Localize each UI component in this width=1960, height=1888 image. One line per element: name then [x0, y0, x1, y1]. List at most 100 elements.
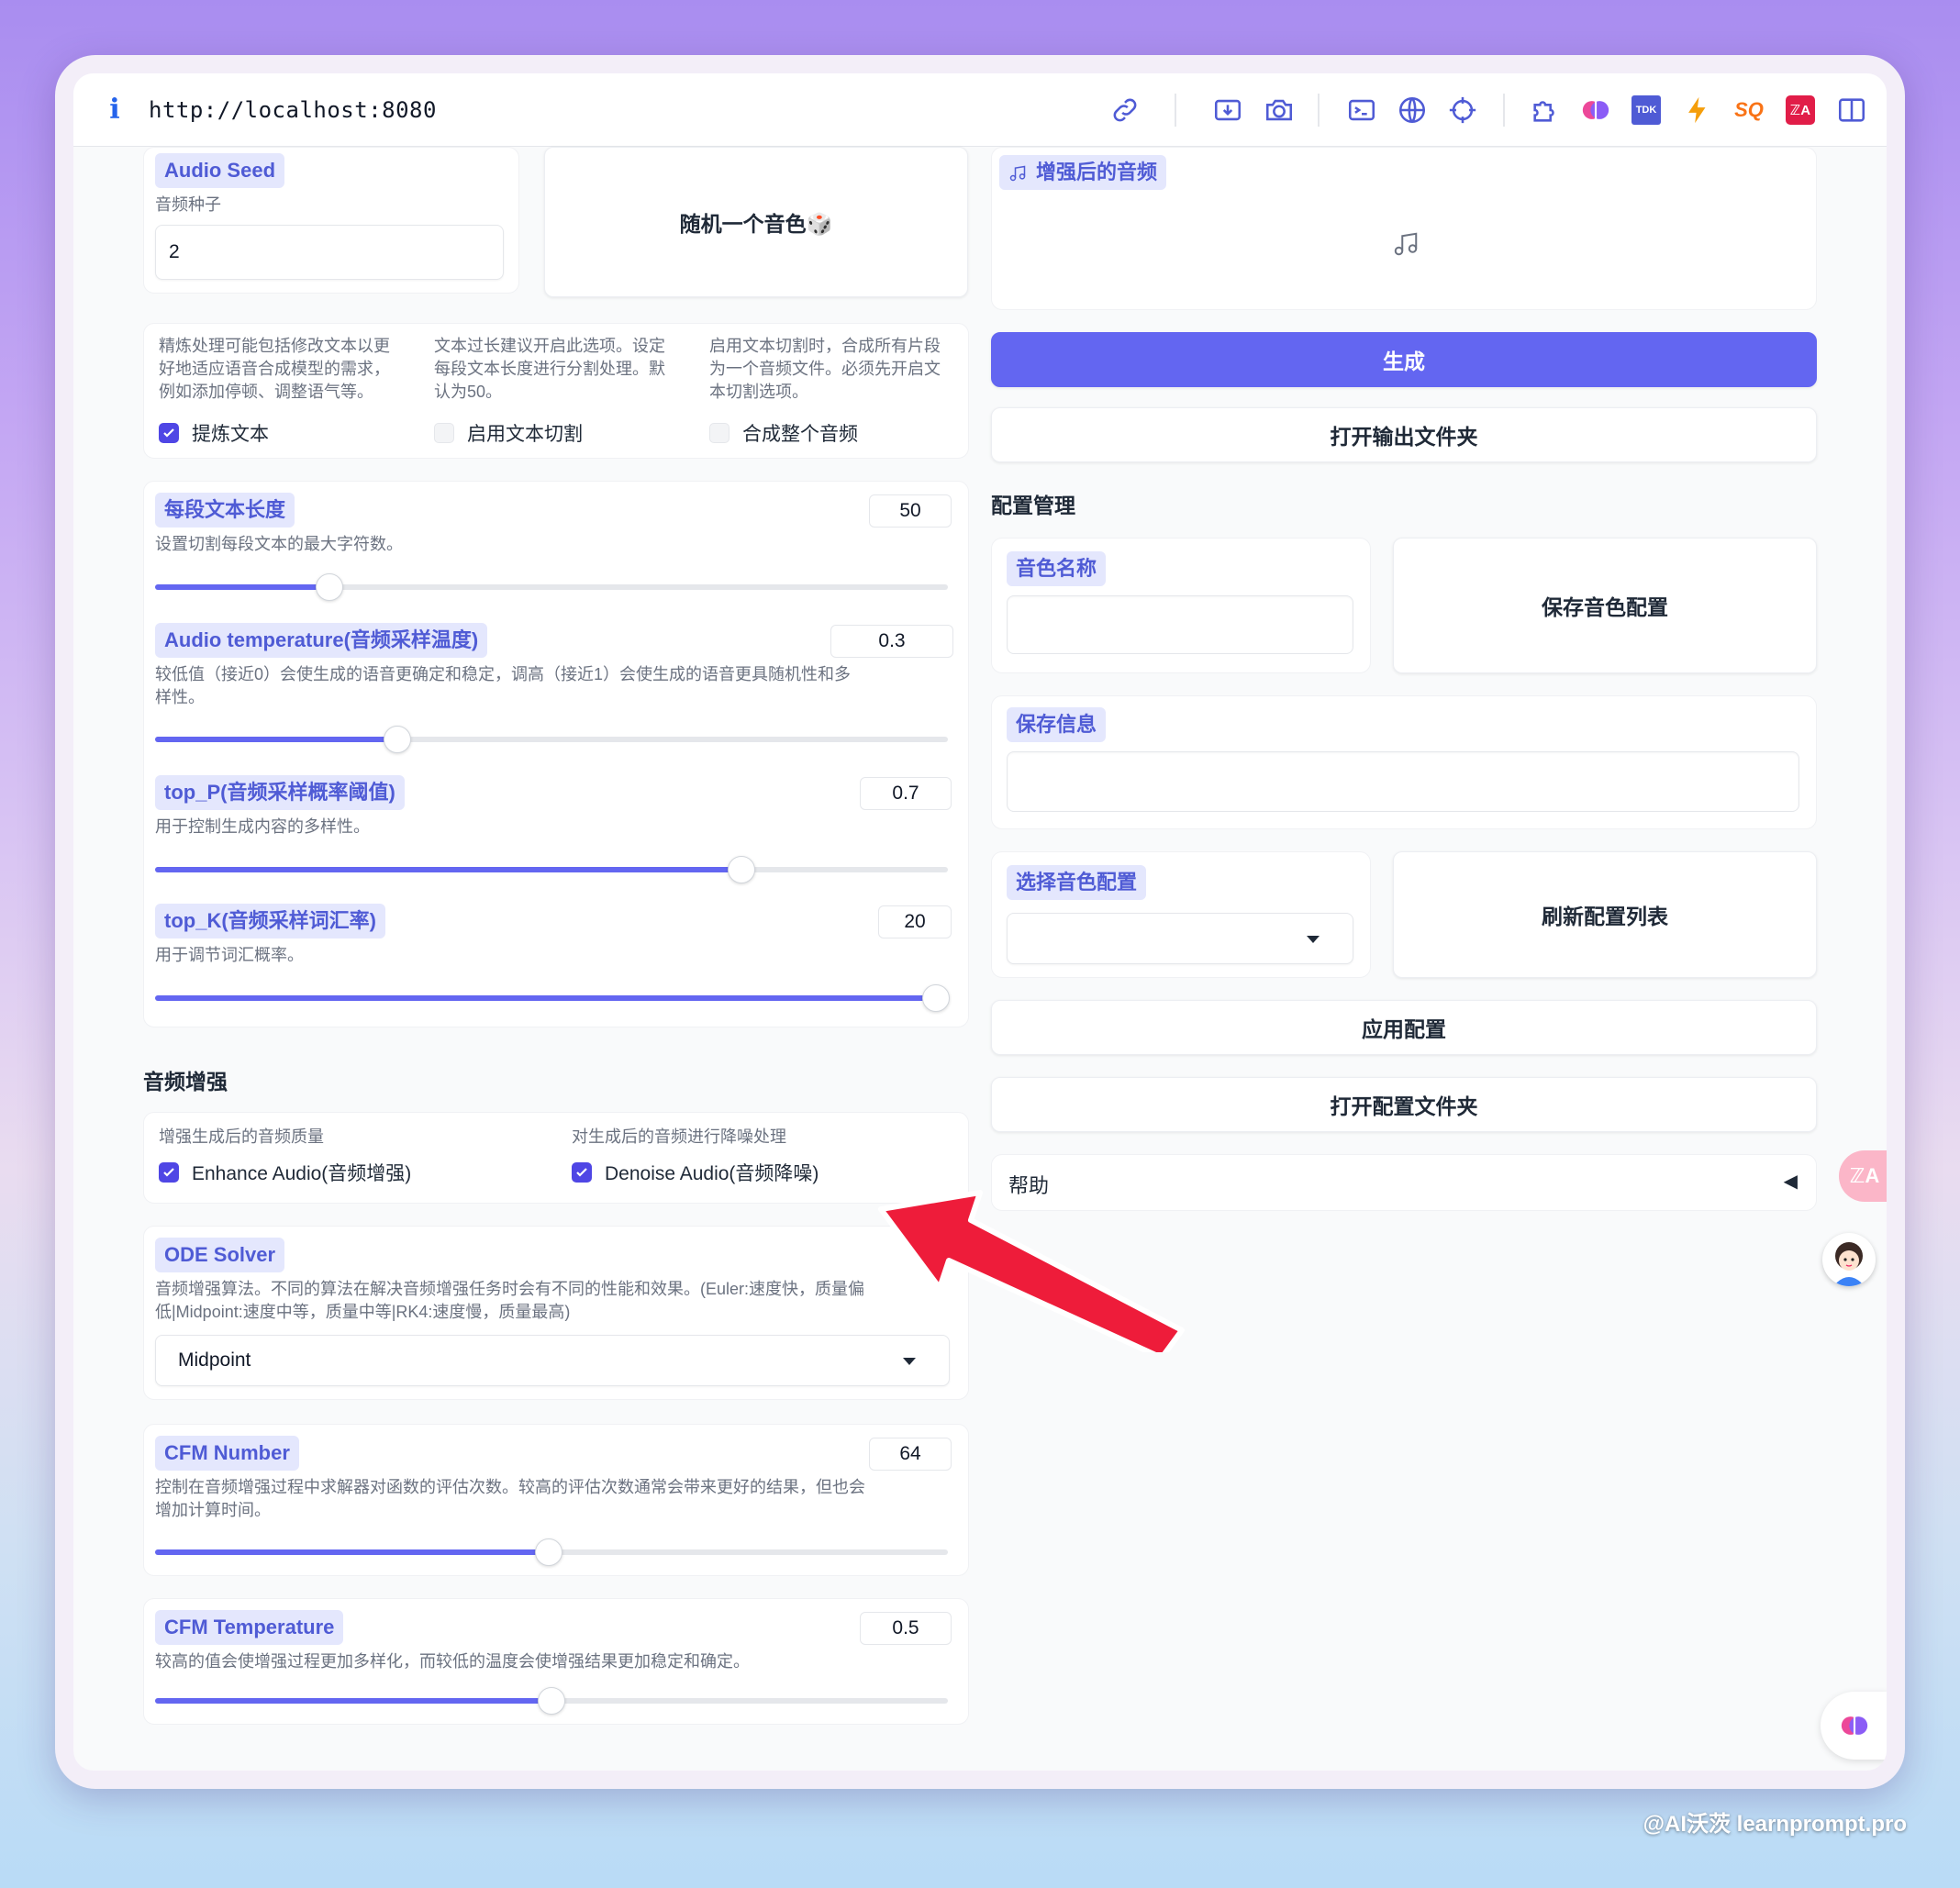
audio-seed-input[interactable]: 2	[155, 225, 504, 280]
translate-float-icon[interactable]: ℤA	[1839, 1150, 1887, 1202]
generate-button[interactable]: 生成	[991, 332, 1817, 387]
slider-thumb[interactable]	[728, 856, 756, 883]
camera-icon[interactable]	[1259, 90, 1299, 130]
split-desc: 文本过长建议开启此选项。设定每段文本长度进行分割处理。默认为50。	[434, 337, 665, 401]
select-config-label: 选择音色配置	[1007, 865, 1147, 900]
slider-fill	[155, 1698, 551, 1704]
slider-fill	[155, 584, 330, 590]
split-checkbox[interactable]: 启用文本切割	[434, 419, 583, 447]
enhanced-audio-title: 增强后的音频	[1036, 161, 1158, 183]
save-info-card: 保存信息	[991, 695, 1817, 829]
translate-icon[interactable]: ℤA	[1780, 90, 1821, 130]
cfm-number-desc: 控制在音频增强过程中求解器对函数的评估次数。较高的评估次数通常会带来更好的结果，…	[155, 1478, 865, 1519]
segment-length-number[interactable]: 50	[869, 494, 952, 528]
temperature-slider[interactable]	[155, 726, 948, 753]
merge-checkbox[interactable]: 合成整个音频	[709, 419, 858, 447]
cfm-temperature-slider[interactable]	[155, 1687, 948, 1715]
refine-label: 提炼文本	[192, 424, 269, 445]
url-bar[interactable]: http://localhost:8080	[149, 97, 437, 123]
refine-desc: 精炼处理可能包括修改文本以更好地适应语音合成模型的需求，例如添加停顿、调整语气等…	[159, 337, 390, 401]
slider-thumb[interactable]	[383, 726, 411, 753]
merge-label: 合成整个音频	[742, 424, 858, 445]
top-k-slider[interactable]	[155, 984, 951, 1012]
checkbox-unchecked-icon	[434, 423, 454, 443]
denoise-desc: 对生成后的音频进行降噪处理	[572, 1127, 786, 1146]
segment-length-slider[interactable]	[155, 573, 948, 601]
random-voice-button[interactable]: 随机一个音色🎲	[544, 147, 968, 297]
slider-fill	[155, 737, 397, 742]
sidebar-icon[interactable]	[1832, 90, 1872, 130]
enhance-audio-label: Enhance Audio(音频增强)	[192, 1163, 412, 1184]
select-config-dropdown[interactable]	[1007, 913, 1353, 964]
browser-window: i http://localhost:8080 TDK SQ ℤA Audio …	[55, 55, 1905, 1789]
globe-icon[interactable]	[1392, 90, 1432, 130]
save-info-label: 保存信息	[1007, 707, 1107, 742]
watermark: @AI沃茨 learnprompt.pro	[1643, 1812, 1907, 1837]
assistant-avatar-icon[interactable]	[1822, 1233, 1876, 1286]
cfm-temperature-card: CFM Temperature 0.5 较高的值会使增强过程更加多样化，而较低的…	[143, 1598, 969, 1725]
apply-config-button[interactable]: 应用配置	[991, 1000, 1817, 1055]
slider-thumb[interactable]	[538, 1687, 565, 1715]
save-info-output[interactable]	[1007, 751, 1799, 812]
top-k-number[interactable]: 20	[878, 905, 952, 938]
slider-thumb[interactable]	[535, 1538, 563, 1566]
cfm-number-label: CFM Number	[155, 1436, 299, 1471]
slider-desc: 较低值（接近0）会使生成的语音更确定和稳定，调高（接近1）会使生成的语音更具随机…	[155, 665, 852, 706]
slider-thumb[interactable]	[316, 573, 344, 601]
voice-name-card: 音色名称	[991, 538, 1371, 673]
cfm-temperature-desc: 较高的值会使增强过程更加多样化，而较低的温度会使增强结果更加稳定和确定。	[155, 1652, 750, 1671]
crosshair-icon[interactable]	[1442, 90, 1483, 130]
cfm-temperature-input[interactable]: 0.5	[860, 1612, 952, 1645]
terminal-icon[interactable]	[1342, 90, 1382, 130]
checkbox-checked-icon	[572, 1162, 592, 1183]
toolbar-divider	[1503, 94, 1505, 127]
toolbar-divider	[1175, 94, 1176, 127]
music-icon	[1009, 165, 1026, 182]
audio-seed-desc: 音频种子	[155, 195, 221, 214]
chevron-down-icon	[1307, 936, 1320, 943]
enhanced-audio-card: 增强后的音频	[991, 147, 1817, 310]
enhance-desc: 增强生成后的音频质量	[159, 1127, 324, 1146]
collapse-arrow-icon[interactable]: ◀	[1784, 1170, 1798, 1193]
screenshot-icon[interactable]	[1208, 90, 1248, 130]
checkbox-checked-icon	[159, 1162, 179, 1183]
slider-fill	[155, 1549, 550, 1555]
enhance-audio-checkbox[interactable]: Enhance Audio(音频增强)	[159, 1159, 411, 1186]
slider-desc: 设置切割每段文本的最大字符数。	[155, 535, 403, 553]
open-config-folder-button[interactable]: 打开配置文件夹	[991, 1077, 1817, 1132]
slider-thumb[interactable]	[922, 984, 951, 1012]
sampling-sliders-card: 每段文本长度 50 设置切割每段文本的最大字符数。 Audio temperat…	[143, 481, 969, 1027]
merge-desc: 启用文本切割时，合成所有片段为一个音频文件。必须先开启文本切割选项。	[709, 337, 941, 401]
ode-solver-label: ODE Solver	[155, 1238, 285, 1272]
voice-name-input[interactable]	[1007, 595, 1353, 654]
ode-solver-dropdown[interactable]: Midpoint	[155, 1335, 950, 1386]
save-voice-config-button[interactable]: 保存音色配置	[1393, 538, 1817, 673]
cfm-number-input[interactable]: 64	[869, 1438, 952, 1471]
link-icon[interactable]	[1105, 90, 1145, 130]
puzzle-icon[interactable]	[1525, 90, 1565, 130]
brain-icon[interactable]	[1576, 90, 1616, 130]
slider-fill	[155, 995, 937, 1001]
temperature-number[interactable]: 0.3	[830, 625, 953, 658]
top-p-slider[interactable]	[155, 856, 948, 883]
enhance-options-card: 增强生成后的音频质量 Enhance Audio(音频增强) 对生成后的音频进行…	[143, 1112, 969, 1204]
app-page: Audio Seed 音频种子 2 随机一个音色🎲 精炼处理可能包括修改文本以更…	[73, 147, 1887, 1771]
slider-label: 每段文本长度	[155, 493, 295, 528]
slider-label: top_K(音频采样词汇率)	[155, 904, 385, 938]
refine-checkbox[interactable]: 提炼文本	[159, 419, 269, 447]
cfm-number-slider[interactable]	[155, 1538, 948, 1566]
chevron-down-icon	[903, 1358, 916, 1365]
brain-float-icon[interactable]	[1821, 1692, 1887, 1760]
info-icon[interactable]: i	[92, 94, 138, 126]
cfm-number-card: CFM Number 64 控制在音频增强过程中求解器对函数的评估次数。较高的评…	[143, 1424, 969, 1576]
tdk-icon[interactable]: TDK	[1626, 90, 1666, 130]
seo-icon[interactable]: SQ	[1729, 90, 1769, 130]
top-p-number[interactable]: 0.7	[860, 777, 952, 810]
split-label: 启用文本切割	[467, 424, 583, 445]
enhanced-audio-label: 增强后的音频	[999, 155, 1167, 190]
open-output-folder-button[interactable]: 打开输出文件夹	[991, 407, 1817, 462]
ode-solver-desc: 音频增强算法。不同的算法在解决音频增强任务时会有不同的性能和效果。(Euler:…	[155, 1280, 865, 1321]
refresh-config-list-button[interactable]: 刷新配置列表	[1393, 851, 1817, 978]
denoise-audio-checkbox[interactable]: Denoise Audio(音频降噪)	[572, 1159, 819, 1186]
bolt-icon[interactable]	[1677, 90, 1718, 130]
